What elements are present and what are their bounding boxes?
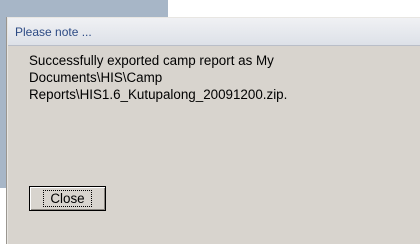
dialog-titlebar[interactable]: Please note ... [8, 18, 420, 46]
dialog-message: Successfully exported camp report as My … [29, 53, 288, 102]
dialog-title: Please note ... [15, 24, 92, 39]
close-button[interactable]: Close [29, 186, 106, 211]
close-button-label: Close [43, 190, 92, 207]
